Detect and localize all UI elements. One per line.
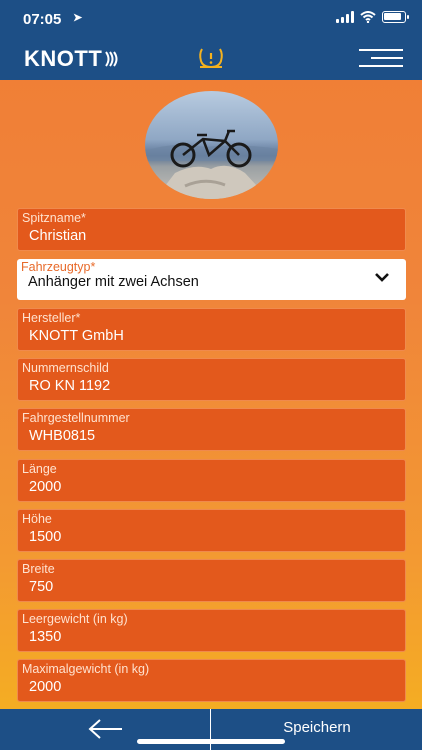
max-weight-field[interactable]: Maximalgewicht (in kg) 2000: [17, 659, 406, 702]
back-arrow-icon[interactable]: [80, 717, 130, 741]
height-field[interactable]: Höhe 1500: [17, 509, 406, 552]
status-time: 07:05: [23, 11, 62, 28]
home-indicator[interactable]: [137, 739, 285, 744]
width-label: Breite: [22, 562, 55, 576]
bicycle-image: [145, 129, 278, 199]
manufacturer-value: KNOTT GmbH: [29, 328, 124, 344]
length-label: Länge: [22, 462, 57, 476]
empty-weight-value: 1350: [29, 629, 62, 645]
license-plate-value: RO KN 1192: [29, 378, 111, 394]
menu-icon[interactable]: [359, 46, 403, 70]
license-plate-label: Nummernschild: [22, 361, 109, 375]
tire-pressure-icon[interactable]: [197, 46, 225, 70]
max-weight-label: Maximalgewicht (in kg): [22, 662, 150, 676]
vehicle-type-select[interactable]: Fahrzeugtyp* Anhänger mit zwei Achsen: [17, 259, 406, 300]
battery-icon: [382, 11, 409, 23]
status-bar: 07:05 ➤: [0, 0, 422, 36]
save-button[interactable]: Speichern: [262, 719, 372, 736]
location-arrow-icon: ➤: [73, 12, 83, 24]
vehicle-type-value: Anhänger mit zwei Achsen: [28, 274, 199, 290]
empty-weight-field[interactable]: Leergewicht (in kg) 1350: [17, 609, 406, 652]
max-weight-value: 2000: [29, 679, 62, 695]
height-label: Höhe: [22, 512, 52, 526]
width-field[interactable]: Breite 750: [17, 559, 406, 602]
top-bar: 07:05 ➤ KNOTT: [0, 0, 422, 80]
length-value: 2000: [29, 479, 62, 495]
length-field[interactable]: Länge 2000: [17, 459, 406, 502]
empty-weight-label: Leergewicht (in kg): [22, 612, 128, 626]
height-value: 1500: [29, 529, 62, 545]
signal-icon: [336, 11, 354, 23]
wifi-icon: [360, 11, 376, 23]
chassis-number-label: Fahrgestellnummer: [22, 411, 130, 425]
status-icons: [336, 11, 409, 23]
manufacturer-label: Hersteller*: [22, 311, 81, 325]
brand-arcs-icon: [105, 51, 118, 67]
chassis-number-value: WHB0815: [29, 428, 96, 444]
chassis-number-field[interactable]: Fahrgestellnummer WHB0815: [17, 408, 406, 451]
nickname-field[interactable]: Spitzname* Christian: [17, 208, 406, 251]
width-value: 750: [29, 579, 54, 595]
brand-logo: KNOTT: [24, 46, 118, 72]
chevron-down-icon: [375, 273, 389, 282]
vehicle-photo[interactable]: [145, 91, 278, 199]
nickname-value: Christian: [29, 228, 87, 244]
license-plate-field[interactable]: Nummernschild RO KN 1192: [17, 358, 406, 401]
brand-name: KNOTT: [24, 46, 103, 71]
manufacturer-field[interactable]: Hersteller* KNOTT GmbH: [17, 308, 406, 351]
vehicle-type-label: Fahrzeugtyp*: [21, 260, 96, 274]
nickname-label: Spitzname*: [22, 211, 86, 225]
